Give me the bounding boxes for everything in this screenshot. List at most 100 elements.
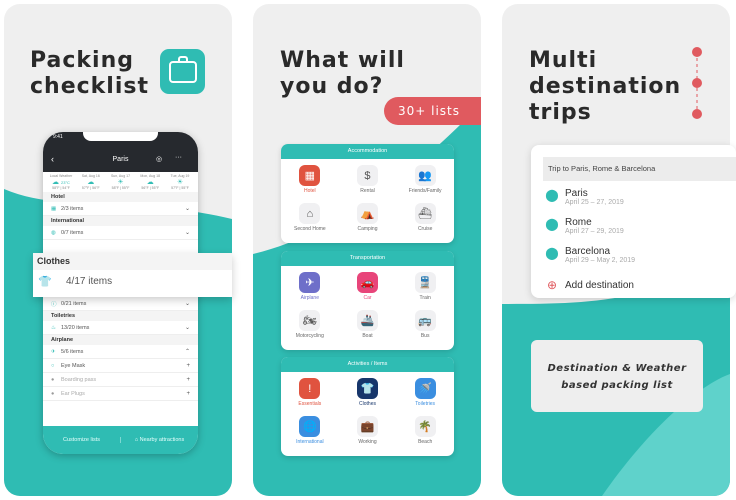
bus-icon: 🚌 bbox=[414, 310, 436, 331]
category-label: Toiletries bbox=[415, 401, 436, 407]
ship-icon: ⛴ bbox=[414, 203, 436, 224]
category-item[interactable]: ✈ Airplane bbox=[281, 270, 339, 308]
hotel-icon: ▦ bbox=[51, 205, 57, 212]
card-header: Activities / Items bbox=[281, 357, 454, 372]
popout-title: Clothes bbox=[33, 253, 232, 270]
category-label: Cruise bbox=[417, 226, 433, 232]
airplane-icon: ✈ bbox=[51, 348, 56, 355]
chevron-down-icon: ⌄ bbox=[184, 325, 190, 331]
section-toiletries: Toiletries bbox=[43, 311, 198, 321]
chevron-down-icon: ⌄ bbox=[184, 206, 190, 212]
phone-footer: Customize lists ⌂ Nearby attractions bbox=[43, 426, 198, 454]
phone-header: 9:41 ‹ Paris ◎ ··· bbox=[43, 132, 198, 172]
add-circle-icon: ⊕ bbox=[546, 278, 558, 292]
shower-icon: 🚿 bbox=[414, 378, 436, 399]
list-row-international[interactable]: ◍ 0/7 items ⌄ bbox=[43, 226, 198, 240]
status-time: 9:41 bbox=[53, 134, 63, 140]
settings-icon[interactable]: ◎ bbox=[156, 155, 162, 163]
motorcycle-icon: 🏍 bbox=[299, 310, 321, 331]
alert-icon: ⓘ bbox=[51, 301, 57, 308]
palm-tree-icon: 🌴 bbox=[414, 416, 436, 437]
category-item[interactable]: 🚆 Train bbox=[396, 270, 454, 308]
category-item[interactable]: ⛴ Cruise bbox=[396, 201, 454, 239]
suitcase-icon bbox=[160, 49, 205, 94]
category-label: Rental bbox=[360, 188, 375, 194]
lower-list: ⓘ 0/21 items ⌄ Toiletries ♨ 13/20 items ⌄ Ai… bbox=[43, 297, 198, 401]
category-label: Camping bbox=[357, 226, 378, 232]
map-pin-icon: ⬤ bbox=[545, 217, 559, 231]
hotel-icon: ▦ bbox=[299, 165, 321, 186]
panel-title: What will you do? bbox=[280, 48, 405, 99]
airplane-icon: ✈ bbox=[299, 272, 321, 293]
list-row-hotel[interactable]: ▦ 2/3 items ⌄ bbox=[43, 202, 198, 216]
tag-icon: ⌂ bbox=[134, 437, 139, 443]
section-hotel: Hotel bbox=[43, 192, 198, 202]
card-header: Transportation bbox=[281, 251, 454, 266]
checklist-item[interactable]: ● Ear Plugs + bbox=[43, 387, 198, 401]
panel-title: Multi destination trips bbox=[529, 48, 682, 125]
customize-lists-button[interactable]: Customize lists bbox=[43, 437, 120, 443]
boat-icon: 🚢 bbox=[356, 310, 378, 331]
category-item[interactable]: 🌐 International bbox=[281, 414, 339, 452]
checklist-item[interactable]: ● Boarding pass + bbox=[43, 373, 198, 387]
list-row-essentials[interactable]: ⓘ 0/21 items ⌄ bbox=[43, 297, 198, 311]
destination-item[interactable]: ⬤ Barcelona April 29 – May 2, 2019 bbox=[539, 246, 635, 264]
category-item[interactable]: 💼 Working bbox=[339, 414, 397, 452]
category-item[interactable]: ▦ Hotel bbox=[281, 163, 339, 201]
car-icon: 🚗 bbox=[356, 272, 378, 293]
tent-icon: ⛺ bbox=[356, 203, 378, 224]
category-label: Train bbox=[419, 295, 431, 301]
category-item[interactable]: ⛺ Camping bbox=[339, 201, 397, 239]
chevron-down-icon: ⌄ bbox=[184, 301, 190, 307]
checklist-item[interactable]: ○ Eye Mask + bbox=[43, 359, 198, 373]
add-destination-button[interactable]: ⊕ Add destination bbox=[539, 278, 634, 292]
category-item[interactable]: 🚢 Boat bbox=[339, 308, 397, 346]
globe-icon: ◍ bbox=[51, 229, 56, 236]
destination-item[interactable]: ⬤ Paris April 25 – 27, 2019 bbox=[539, 188, 623, 206]
trip-card: Trip to Paris, Rome & Barcelona ⬤ Paris Ap… bbox=[531, 145, 736, 298]
category-item[interactable]: 🌴 Beach bbox=[396, 414, 454, 452]
category-label: Car bbox=[363, 295, 372, 301]
category-item[interactable]: 👥 Friends/Family bbox=[396, 163, 454, 201]
briefcase-icon: 💼 bbox=[356, 416, 378, 437]
category-label: International bbox=[296, 439, 324, 445]
category-label: Clothes bbox=[359, 401, 376, 407]
popout-items: 4/17 items bbox=[66, 276, 113, 287]
checked-circle-icon: ● bbox=[51, 376, 55, 383]
category-label: Essentials bbox=[298, 401, 322, 407]
category-label: Friends/Family bbox=[408, 188, 442, 194]
category-item[interactable]: 👕 Clothes bbox=[339, 376, 397, 414]
plus-icon: + bbox=[186, 376, 190, 383]
category-item[interactable]: $ Rental bbox=[339, 163, 397, 201]
category-item[interactable]: 🚗 Car bbox=[339, 270, 397, 308]
category-label: Airplane bbox=[300, 295, 319, 301]
nearby-attractions-button[interactable]: ⌂ Nearby attractions bbox=[120, 437, 198, 443]
list-row-airplane[interactable]: ✈ 5/6 items ⌃ bbox=[43, 345, 198, 359]
category-label: Second Home bbox=[293, 226, 326, 232]
toiletries-icon: ♨ bbox=[51, 324, 56, 331]
chevron-down-icon: ⌄ bbox=[184, 230, 190, 236]
category-item[interactable]: ! Essentials bbox=[281, 376, 339, 414]
plus-icon: + bbox=[186, 390, 190, 397]
route-dots-icon bbox=[692, 47, 702, 119]
category-card: Transportation ✈ Airplane 🚗 Car 🚆 Train 🏍 Motorc… bbox=[281, 251, 454, 350]
section-airplane: Airplane bbox=[43, 335, 198, 345]
clothes-popout-card[interactable]: Clothes 👕 4/17 items bbox=[33, 253, 232, 297]
list-row-toiletries[interactable]: ♨ 13/20 items ⌄ bbox=[43, 321, 198, 335]
shirt-icon: 👕 bbox=[38, 276, 52, 288]
category-item[interactable]: 🚌 Bus bbox=[396, 308, 454, 346]
chevron-up-icon: ⌃ bbox=[184, 349, 190, 355]
cloud-sun-icon: ☁ bbox=[87, 179, 95, 186]
more-icon[interactable]: ··· bbox=[175, 154, 182, 161]
house-icon: ⌂ bbox=[299, 203, 321, 224]
cloud-sun-icon: ☁ bbox=[146, 179, 154, 186]
panel-title: Packing checklist bbox=[30, 48, 149, 99]
section-international: International bbox=[43, 216, 198, 226]
category-item[interactable]: ⌂ Second Home bbox=[281, 201, 339, 239]
sun-icon: ☀ bbox=[117, 179, 124, 186]
category-card: Accommodation ▦ Hotel $ Rental 👥 Friends/Famil… bbox=[281, 144, 454, 243]
category-item[interactable]: 🚿 Toiletries bbox=[396, 376, 454, 414]
category-item[interactable]: 🏍 Motorcycling bbox=[281, 308, 339, 346]
map-pin-icon: ⬤ bbox=[545, 246, 559, 260]
destination-item[interactable]: ⬤ Rome April 27 – 29, 2019 bbox=[539, 217, 623, 235]
